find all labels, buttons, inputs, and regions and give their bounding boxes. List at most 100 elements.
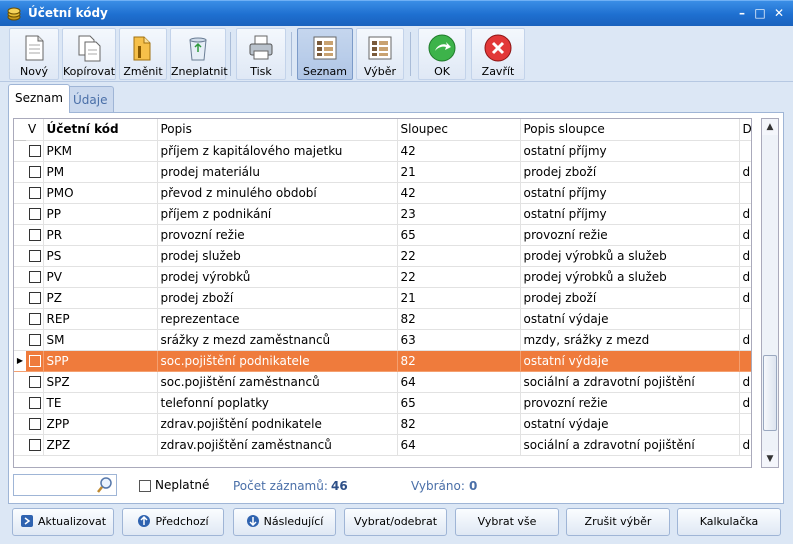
scroll-thumb[interactable] bbox=[763, 355, 777, 431]
vertical-scrollbar[interactable]: ▲ ▼ bbox=[761, 118, 779, 468]
cell-description[interactable]: prodej materiálu bbox=[157, 161, 398, 183]
row-checkbox-cell[interactable] bbox=[26, 182, 44, 204]
previous-button[interactable]: Předchozí bbox=[122, 508, 224, 536]
cell-code[interactable]: SPP bbox=[43, 350, 158, 372]
cell-code[interactable]: PKM bbox=[43, 140, 158, 162]
cell-d[interactable]: d bbox=[739, 371, 751, 393]
cell-d[interactable]: d bbox=[739, 245, 751, 267]
table-row[interactable]: ▶ SPP soc.pojištění podnikatele 82 ostatní v… bbox=[14, 350, 751, 372]
row-checkbox-cell[interactable] bbox=[26, 350, 44, 372]
cell-column[interactable]: 82 bbox=[397, 413, 521, 435]
row-checkbox[interactable] bbox=[29, 292, 41, 304]
table-row[interactable]: PV prodej výrobků 22 prodej výrobků a služe… bbox=[14, 266, 751, 288]
cell-code[interactable]: PMO bbox=[43, 182, 158, 204]
cell-column-description[interactable]: ostatní výdaje bbox=[520, 350, 740, 372]
row-checkbox-cell[interactable] bbox=[26, 245, 44, 267]
table-row[interactable]: PMO převod z minulého období 42 ostatní pří… bbox=[14, 182, 751, 204]
cell-d[interactable]: d bbox=[739, 224, 751, 246]
cell-d[interactable]: d bbox=[739, 434, 751, 456]
print-button[interactable]: Tisk bbox=[236, 28, 286, 80]
row-checkbox-cell[interactable] bbox=[26, 224, 44, 246]
cell-column[interactable]: 22 bbox=[397, 245, 521, 267]
column-header-column[interactable]: Sloupec bbox=[397, 119, 521, 141]
cell-d[interactable] bbox=[739, 350, 751, 372]
cell-column-description[interactable]: ostatní výdaje bbox=[520, 308, 740, 330]
cell-column[interactable]: 22 bbox=[397, 266, 521, 288]
close-window-button[interactable]: ✕ bbox=[770, 6, 788, 22]
cell-code[interactable]: PV bbox=[43, 266, 158, 288]
cell-description[interactable]: prodej služeb bbox=[157, 245, 398, 267]
row-checkbox-cell[interactable] bbox=[26, 287, 44, 309]
cell-column-description[interactable]: sociální a zdravotní pojištění bbox=[520, 434, 740, 456]
row-checkbox[interactable] bbox=[29, 418, 41, 430]
cell-code[interactable]: SM bbox=[43, 329, 158, 351]
row-checkbox-cell[interactable] bbox=[26, 266, 44, 288]
cell-column-description[interactable]: prodej výrobků a služeb bbox=[520, 245, 740, 267]
table-row[interactable]: TE telefonní poplatky 65 provozní režie d bbox=[14, 392, 751, 414]
invalid-checkbox[interactable] bbox=[139, 479, 151, 492]
row-checkbox[interactable] bbox=[29, 397, 41, 409]
table-row[interactable]: SPZ soc.pojištění zaměstnanců 64 sociální a… bbox=[14, 371, 751, 393]
select-all-button[interactable]: Vybrat vše bbox=[455, 508, 559, 536]
cell-d[interactable]: d bbox=[739, 287, 751, 309]
next-button[interactable]: Následující bbox=[233, 508, 336, 536]
cell-d[interactable] bbox=[739, 308, 751, 330]
row-checkbox[interactable] bbox=[29, 271, 41, 283]
cell-d[interactable]: d bbox=[739, 392, 751, 414]
cell-code[interactable]: REP bbox=[43, 308, 158, 330]
minimize-button[interactable]: – bbox=[733, 6, 751, 22]
cell-column[interactable]: 65 bbox=[397, 392, 521, 414]
cell-column[interactable]: 21 bbox=[397, 161, 521, 183]
cell-d[interactable] bbox=[739, 140, 751, 162]
row-checkbox[interactable] bbox=[29, 229, 41, 241]
row-checkbox-cell[interactable] bbox=[26, 434, 44, 456]
column-header-code[interactable]: Účetní kód bbox=[43, 119, 158, 141]
cell-code[interactable]: SPZ bbox=[43, 371, 158, 393]
cell-d[interactable] bbox=[739, 413, 751, 435]
cell-column-description[interactable]: provozní režie bbox=[520, 224, 740, 246]
close-button[interactable]: Zavřít bbox=[471, 28, 525, 80]
table-row[interactable]: ZPP zdrav.pojištění podnikatele 82 ostatní … bbox=[14, 413, 751, 435]
row-checkbox[interactable] bbox=[29, 313, 41, 325]
row-checkbox-cell[interactable] bbox=[26, 329, 44, 351]
table-row[interactable]: PP příjem z podnikání 23 ostatní příjmy d bbox=[14, 203, 751, 225]
row-checkbox[interactable] bbox=[29, 208, 41, 220]
cell-column-description[interactable]: prodej zboží bbox=[520, 161, 740, 183]
row-checkbox-cell[interactable] bbox=[26, 392, 44, 414]
row-checkbox[interactable] bbox=[29, 355, 41, 367]
cell-description[interactable]: telefonní poplatky bbox=[157, 392, 398, 414]
column-header-column-description[interactable]: Popis sloupce bbox=[520, 119, 740, 141]
cell-d[interactable]: d bbox=[739, 266, 751, 288]
cell-d[interactable]: d bbox=[739, 203, 751, 225]
maximize-button[interactable]: □ bbox=[751, 6, 769, 22]
cell-column[interactable]: 42 bbox=[397, 182, 521, 204]
cell-code[interactable]: TE bbox=[43, 392, 158, 414]
column-header-v[interactable]: V bbox=[26, 119, 44, 141]
column-header-d[interactable]: D bbox=[739, 119, 751, 141]
cell-column-description[interactable]: ostatní příjmy bbox=[520, 140, 740, 162]
row-checkbox-cell[interactable] bbox=[26, 140, 44, 162]
row-checkbox[interactable] bbox=[29, 439, 41, 451]
cell-column-description[interactable]: ostatní výdaje bbox=[520, 413, 740, 435]
row-checkbox[interactable] bbox=[29, 145, 41, 157]
cell-d[interactable]: d bbox=[739, 161, 751, 183]
table-row[interactable]: PZ prodej zboží 21 prodej zboží d bbox=[14, 287, 751, 309]
ok-button[interactable]: OK bbox=[418, 28, 466, 80]
cell-d[interactable] bbox=[739, 182, 751, 204]
cell-column[interactable]: 65 bbox=[397, 224, 521, 246]
row-checkbox-cell[interactable] bbox=[26, 371, 44, 393]
search-input[interactable] bbox=[13, 474, 117, 496]
cell-column-description[interactable]: prodej zboží bbox=[520, 287, 740, 309]
invalid-filter[interactable]: Neplatné bbox=[139, 478, 209, 492]
row-checkbox[interactable] bbox=[29, 187, 41, 199]
column-header-description[interactable]: Popis bbox=[157, 119, 398, 141]
cell-description[interactable]: reprezentace bbox=[157, 308, 398, 330]
cell-column[interactable]: 82 bbox=[397, 308, 521, 330]
cell-description[interactable]: prodej zboží bbox=[157, 287, 398, 309]
table-row[interactable]: PM prodej materiálu 21 prodej zboží d bbox=[14, 161, 751, 183]
cell-code[interactable]: PM bbox=[43, 161, 158, 183]
invalidate-button[interactable]: Zneplatnit bbox=[170, 28, 228, 80]
clear-selection-button[interactable]: Zrušit výběr bbox=[566, 508, 670, 536]
cell-description[interactable]: zdrav.pojištění podnikatele bbox=[157, 413, 398, 435]
cell-column-description[interactable]: mzdy, srážky z mezd bbox=[520, 329, 740, 351]
